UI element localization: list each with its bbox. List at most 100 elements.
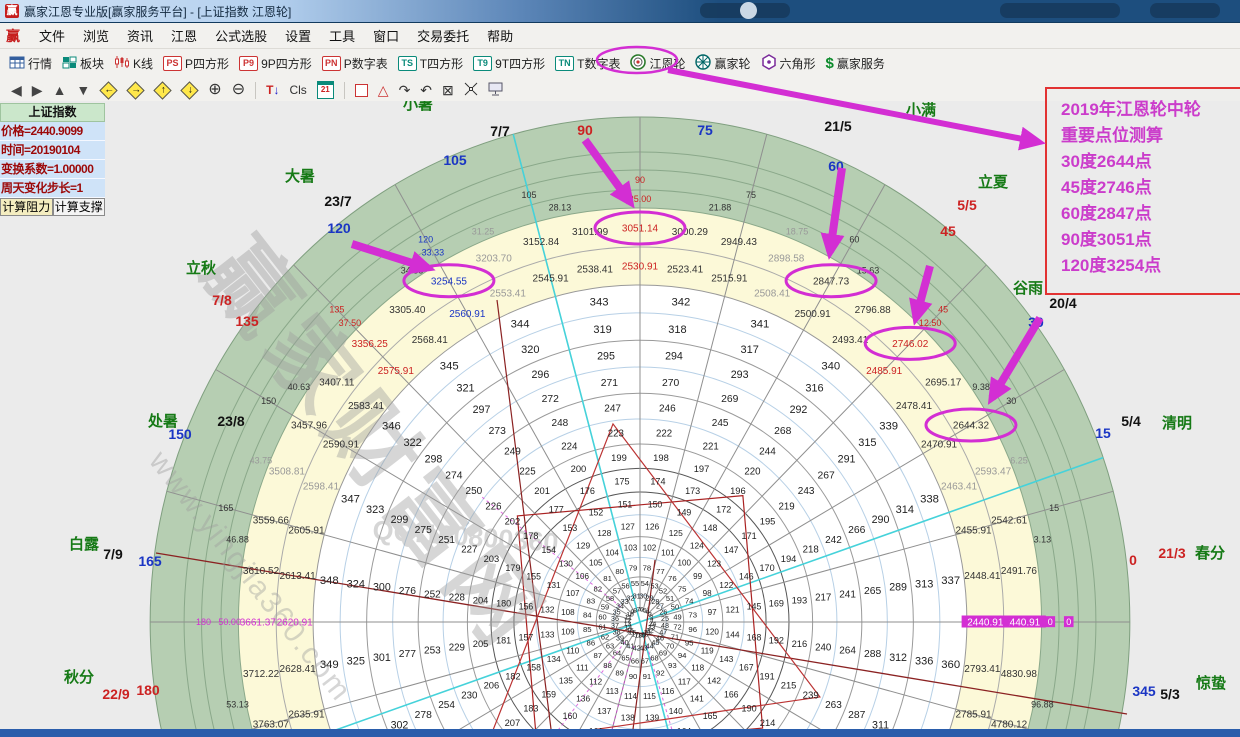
svg-text:158: 158 — [526, 662, 541, 672]
menu-item-0[interactable]: 文件 — [30, 24, 74, 47]
rim-label-清明: 清明 — [1162, 414, 1192, 432]
toolbar-button-赢家轮[interactable]: 赢家轮 — [690, 53, 755, 74]
dia-up-diamond-icon: ↑ — [154, 81, 172, 99]
toolbar-label: K线 — [133, 55, 153, 72]
menu-item-1[interactable]: 浏览 — [74, 24, 118, 47]
svg-text:88: 88 — [603, 661, 612, 670]
svg-text:225: 225 — [519, 466, 535, 477]
title-bar[interactable]: 赢 赢家江恩专业版[赢家服务平台] - [上证指数 江恩轮] — [0, 0, 1240, 23]
svg-text:2545.91: 2545.91 — [533, 274, 570, 285]
draw-tool-tri-left[interactable]: ◀ — [6, 82, 27, 98]
toolbar-button-P数字表[interactable]: PNP数字表 — [317, 54, 393, 73]
toolbar-button-P四方形[interactable]: PSP四方形 — [158, 54, 234, 73]
draw-tool-t-down[interactable]: T↓ — [261, 82, 284, 98]
chart-area[interactable]: 赢家财富网www.yingjia360.comQQ:10080036012345… — [0, 101, 1240, 737]
svg-text:248: 248 — [552, 418, 569, 429]
menu-item-8[interactable]: 交易委托 — [408, 24, 478, 47]
draw-tool-dia-up[interactable]: ↑ — [149, 83, 176, 98]
toolbar-button-9T四方形[interactable]: T99T四方形 — [468, 54, 550, 73]
svg-text:346: 346 — [382, 420, 401, 432]
collapse-arrows-icon — [464, 82, 478, 99]
svg-text:140: 140 — [669, 706, 683, 716]
svg-text:300: 300 — [373, 582, 391, 594]
draw-tool-square[interactable] — [350, 83, 373, 98]
svg-text:3610.52: 3610.52 — [243, 566, 280, 577]
svg-text:85: 85 — [583, 625, 592, 634]
menu-item-6[interactable]: 工具 — [320, 24, 364, 47]
draw-tool-collapse[interactable] — [459, 81, 483, 100]
svg-text:62: 62 — [601, 633, 609, 642]
draw-tool-tri-down[interactable]: ▼ — [71, 82, 95, 98]
svg-text:160: 160 — [563, 711, 578, 721]
menu-item-7[interactable]: 窗口 — [364, 24, 408, 47]
toolbar-button-T数字表[interactable]: TNT数字表 — [550, 54, 625, 73]
svg-text:2448.41: 2448.41 — [964, 571, 1001, 582]
menu-item-9[interactable]: 帮助 — [478, 24, 522, 47]
draw-tool-calendar[interactable]: 21 — [312, 80, 339, 100]
svg-text:250: 250 — [466, 486, 483, 497]
note-line-1: 重要点位测算 — [1061, 123, 1240, 149]
draw-tool-triangle[interactable]: △ — [373, 82, 394, 98]
toolbar-button-江恩轮[interactable]: 江恩轮 — [625, 53, 690, 74]
toolbar-button-行情[interactable]: 行情 — [4, 54, 57, 73]
svg-text:343: 343 — [590, 297, 609, 309]
svg-text:109: 109 — [561, 628, 575, 637]
draw-tool-dia-left[interactable]: ← — [95, 83, 122, 98]
svg-text:173: 173 — [685, 486, 700, 496]
note-line-4: 60度2847点 — [1061, 201, 1240, 227]
draw-tool-tri-up[interactable]: ▲ — [48, 82, 72, 98]
svg-text:49: 49 — [673, 613, 681, 622]
menu-item-5[interactable]: 设置 — [276, 24, 320, 47]
svg-text:214: 214 — [760, 718, 776, 728]
svg-text:72: 72 — [673, 623, 681, 632]
rim-label-小满: 小满 — [906, 101, 936, 119]
svg-text:45: 45 — [938, 305, 948, 315]
svg-text:0: 0 — [1066, 617, 1071, 627]
rim-label-21/3: 21/3 — [1158, 545, 1185, 561]
svg-text:92: 92 — [656, 668, 665, 677]
svg-text:111: 111 — [576, 663, 589, 672]
svg-text:157: 157 — [519, 633, 534, 643]
svg-text:2644.32: 2644.32 — [953, 421, 990, 432]
draw-tool-rotate-cw[interactable]: ↷ — [394, 82, 416, 98]
toolbar-button-T四方形[interactable]: TST四方形 — [393, 54, 468, 73]
square-tool-icon — [355, 84, 368, 97]
calc-resistance-button[interactable]: 计算阻力 — [0, 198, 53, 216]
draw-tool-dia-down[interactable]: ↓ — [176, 83, 203, 98]
draw-tool-box-x[interactable]: ⊠ — [437, 82, 459, 98]
svg-text:2478.41: 2478.41 — [896, 401, 933, 412]
titlebar-blurred-region — [1000, 3, 1120, 18]
svg-text:2530.91: 2530.91 — [622, 262, 659, 273]
toolbar-button-K线[interactable]: K线 — [109, 54, 158, 73]
draw-tool-zoom-in[interactable]: ⊕ — [203, 82, 226, 98]
draw-tool-tri-right[interactable]: ▶ — [27, 82, 48, 98]
calc-support-button[interactable]: 计算支撑 — [53, 198, 106, 216]
svg-text:124: 124 — [690, 541, 704, 551]
toolbar-button-板块[interactable]: 板块 — [57, 54, 109, 73]
rim-label-0: 0 — [1129, 552, 1137, 568]
svg-text:2620.91: 2620.91 — [277, 618, 314, 629]
svg-text:135: 135 — [329, 305, 344, 315]
svg-text:190: 190 — [742, 703, 757, 713]
menu-item-3[interactable]: 江恩 — [162, 24, 206, 47]
svg-text:134: 134 — [547, 654, 561, 664]
toolbar-button-六角形[interactable]: 六角形 — [756, 53, 821, 74]
menu-item-2[interactable]: 资讯 — [118, 24, 162, 47]
toolbar-button-9P四方形[interactable]: P99P四方形 — [234, 54, 317, 73]
toolbar-button-赢家服务[interactable]: $赢家服务 — [821, 54, 890, 73]
draw-tool-screen[interactable] — [483, 81, 508, 100]
svg-text:89: 89 — [615, 668, 624, 677]
instrument-panel: 上证指数 价格=2440.9099时间=20190104变换系数=1.00000… — [0, 103, 105, 216]
menu-item-4[interactable]: 公式选股 — [206, 24, 276, 47]
draw-tool-cls[interactable]: Cls — [284, 82, 311, 98]
draw-tool-dia-right[interactable]: → — [122, 83, 149, 98]
svg-text:138: 138 — [621, 712, 635, 722]
rim-label-谷雨: 谷雨 — [1013, 280, 1043, 297]
svg-text:345: 345 — [440, 361, 459, 373]
draw-tool-zoom-out[interactable]: ⊖ — [227, 82, 250, 98]
svg-text:104: 104 — [605, 549, 619, 558]
svg-text:9.38: 9.38 — [972, 382, 990, 392]
draw-tool-rotate-ccw[interactable]: ↶ — [415, 82, 437, 98]
svg-text:222: 222 — [656, 429, 672, 440]
time-price-icon: T↓ — [266, 83, 279, 97]
